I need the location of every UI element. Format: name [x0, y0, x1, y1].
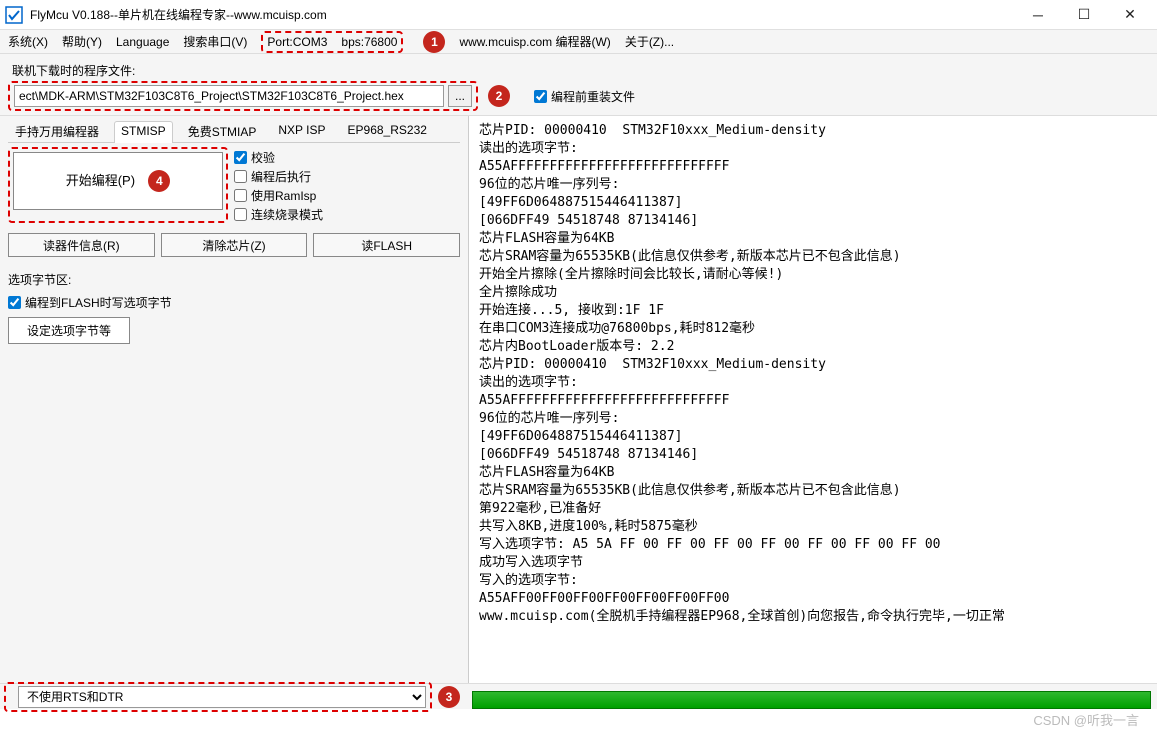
menu-programmer[interactable]: www.mcuisp.com 编程器(W) [459, 33, 610, 50]
cb-ramisp[interactable]: 使用RamIsp [234, 187, 323, 204]
minimize-button[interactable]: ─ [1015, 0, 1061, 30]
program-row: 开始编程(P) 4 校验 编程后执行 使用RamIsp 连续烧录模式 [8, 147, 460, 223]
titlebar: FlyMcu V0.188--单片机在线编程专家--www.mcuisp.com… [0, 0, 1157, 30]
menu-language[interactable]: Language [116, 35, 169, 49]
tab-stmiap[interactable]: 免费STMIAP [181, 120, 264, 142]
menu-help[interactable]: 帮助(Y) [62, 33, 102, 50]
erase-chip-button[interactable]: 清除芯片(Z) [161, 233, 308, 257]
reload-checkbox[interactable] [534, 90, 547, 103]
cb-run-after[interactable]: 编程后执行 [234, 168, 323, 185]
read-flash-button[interactable]: 读FLASH [313, 233, 460, 257]
log-panel[interactable]: 芯片PID: 00000410 STM32F10xxx_Medium-densi… [468, 116, 1157, 683]
start-program-button[interactable]: 开始编程(P) 4 [13, 152, 223, 210]
annotation-badge-2: 2 [488, 85, 510, 107]
menu-port[interactable]: Port:COM3 [267, 35, 327, 49]
window-title: FlyMcu V0.188--单片机在线编程专家--www.mcuisp.com [30, 6, 1015, 23]
file-path-highlight: ... [8, 81, 478, 111]
tab-ep968[interactable]: EP968_RS232 [341, 120, 434, 142]
main-area: 手持万用编程器 STMISP 免费STMIAP NXP ISP EP968_RS… [0, 116, 1157, 683]
menu-search-port[interactable]: 搜索串口(V) [183, 33, 247, 50]
tab-stmisp[interactable]: STMISP [114, 121, 173, 143]
left-panel: 手持万用编程器 STMISP 免费STMIAP NXP ISP EP968_RS… [0, 116, 468, 683]
combo-highlight: 不使用RTS和DTR [4, 682, 432, 712]
start-program-label: 开始编程(P) [66, 173, 135, 188]
option-bytes-group: 选项字节区: 编程到FLASH时写选项字节 设定选项字节等 [8, 271, 460, 344]
browse-button[interactable]: ... [448, 85, 472, 107]
close-button[interactable]: ✕ [1107, 0, 1153, 30]
tab-nxpisp[interactable]: NXP ISP [271, 120, 332, 142]
read-info-button[interactable]: 读器件信息(R) [8, 233, 155, 257]
program-options: 校验 编程后执行 使用RamIsp 连续烧录模式 [234, 147, 323, 223]
tabs: 手持万用编程器 STMISP 免费STMIAP NXP ISP EP968_RS… [8, 120, 460, 143]
annotation-badge-1: 1 [423, 31, 445, 53]
watermark: CSDN @听我一言 [1033, 710, 1139, 729]
menu-system[interactable]: 系统(X) [8, 33, 48, 50]
file-label: 联机下载时的程序文件: [12, 62, 1149, 79]
start-prog-highlight: 开始编程(P) 4 [8, 147, 228, 223]
cb-verify[interactable]: 校验 [234, 149, 323, 166]
maximize-button[interactable]: ☐ [1061, 0, 1107, 30]
file-path-input[interactable] [14, 85, 444, 107]
annotation-badge-3: 3 [438, 686, 460, 708]
reload-label: 编程前重装文件 [551, 88, 635, 105]
app-icon [4, 5, 24, 25]
cb-write-option-bytes[interactable]: 编程到FLASH时写选项字节 [8, 294, 460, 311]
option-bytes-title: 选项字节区: [8, 271, 460, 288]
tab-handheld[interactable]: 手持万用编程器 [8, 120, 106, 142]
annotation-badge-4: 4 [148, 170, 170, 192]
dtr-rts-combo[interactable]: 不使用RTS和DTR [18, 686, 426, 708]
set-option-bytes-button[interactable]: 设定选项字节等 [8, 317, 130, 344]
file-section: 联机下载时的程序文件: ... 2 编程前重装文件 [0, 54, 1157, 116]
menubar: 系统(X) 帮助(Y) Language 搜索串口(V) Port:COM3 b… [0, 30, 1157, 54]
cb-continuous[interactable]: 连续烧录模式 [234, 206, 323, 223]
progress-bar [472, 691, 1151, 709]
menu-about[interactable]: 关于(Z)... [625, 33, 674, 50]
reload-checkbox-row[interactable]: 编程前重装文件 [534, 88, 635, 105]
port-bps-highlight: Port:COM3 bps:76800 [261, 31, 403, 53]
menu-bps[interactable]: bps:76800 [341, 35, 397, 49]
action-buttons-row: 读器件信息(R) 清除芯片(Z) 读FLASH [8, 233, 460, 257]
